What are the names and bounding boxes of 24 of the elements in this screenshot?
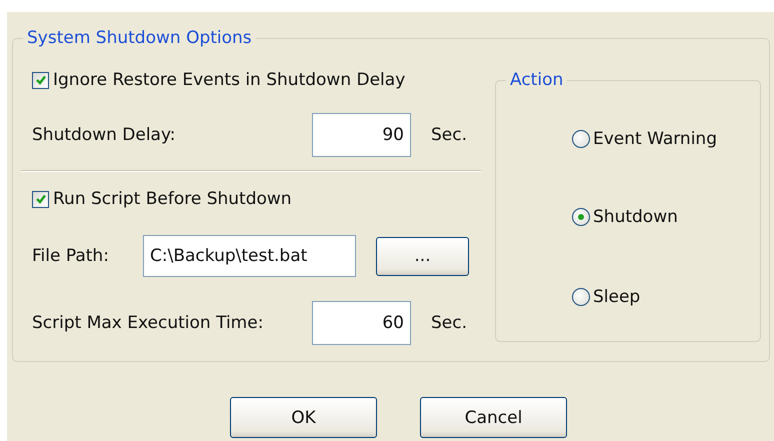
radio-button[interactable]	[572, 130, 590, 148]
field-label: File Path:	[32, 246, 110, 266]
radio-label[interactable]: Shutdown	[593, 207, 678, 227]
input-field[interactable]: 60	[312, 301, 411, 345]
checkbox[interactable]	[32, 190, 49, 208]
check-icon	[34, 193, 46, 205]
input-field[interactable]: C:\Backup\test.bat	[143, 235, 356, 277]
unit-label: Sec.	[431, 313, 468, 333]
group-title: System Shutdown Options	[23, 28, 256, 48]
checkbox-label[interactable]: Ignore Restore Events in Shutdown Delay	[53, 70, 406, 90]
check-icon	[34, 74, 46, 86]
unit-label: Sec.	[431, 125, 468, 145]
radio-button[interactable]	[572, 288, 590, 306]
radio-button[interactable]	[572, 208, 590, 226]
checkbox[interactable]	[32, 72, 49, 88]
dialog-button[interactable]: Cancel	[420, 397, 567, 438]
checkbox-label[interactable]: Run Script Before Shutdown	[53, 189, 292, 209]
radio-label[interactable]: Sleep	[593, 287, 640, 307]
dialog-button[interactable]: OK	[230, 397, 377, 438]
input-field[interactable]: 90	[312, 113, 411, 157]
radio-label[interactable]: Event Warning	[593, 129, 717, 149]
browse-button[interactable]: ...	[376, 236, 469, 276]
field-label: Shutdown Delay:	[32, 125, 177, 145]
field-label: Script Max Execution Time:	[32, 313, 264, 333]
